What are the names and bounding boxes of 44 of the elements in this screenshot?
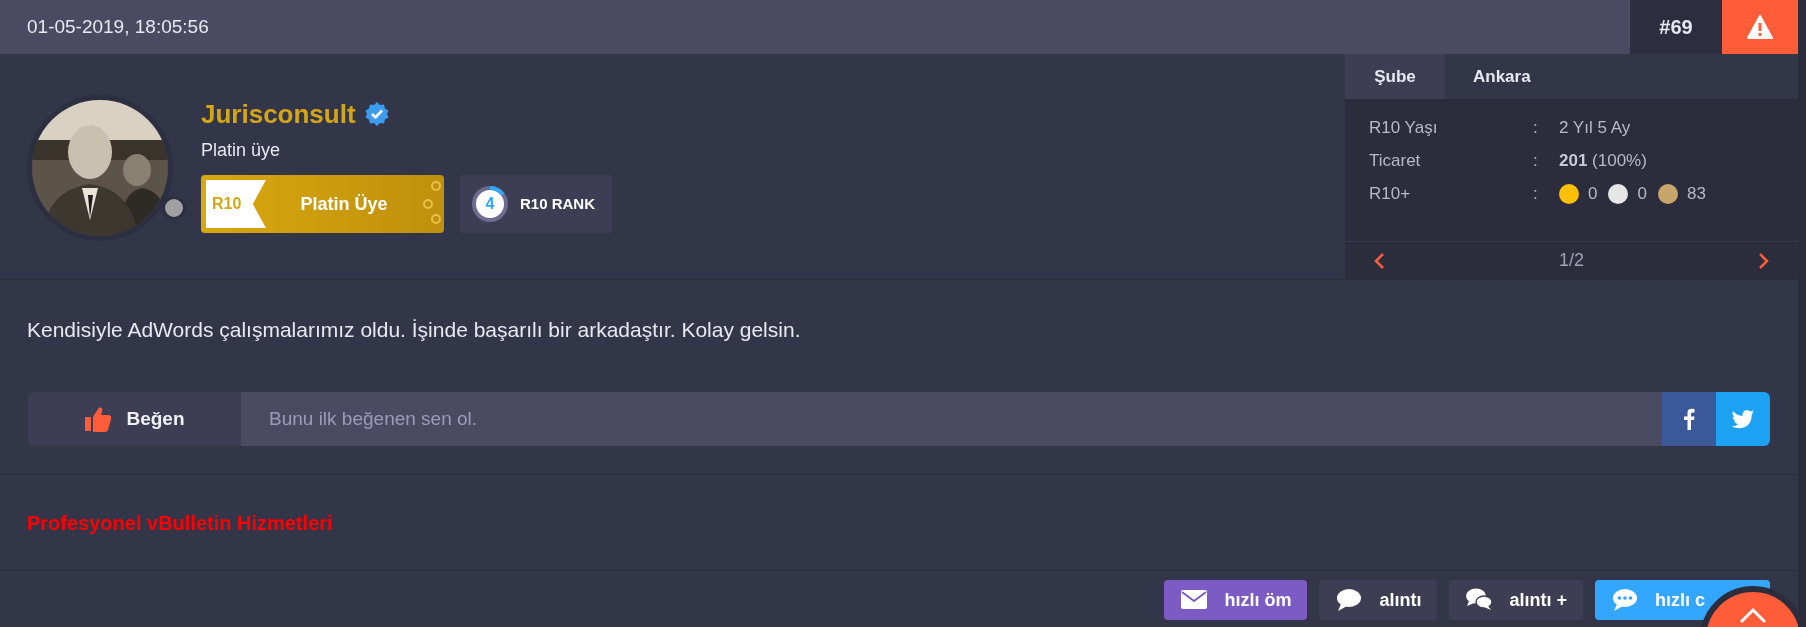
badge-tag: R10 [206,180,266,228]
report-button[interactable] [1722,0,1798,54]
info-label: Ticaret [1369,149,1422,172]
warning-icon [1747,15,1773,39]
facebook-button[interactable] [1662,392,1716,446]
multi-quote-button[interactable]: alıntı + [1449,580,1583,620]
post-date: 01-05-2019, 18:05:56 [26,14,210,39]
bird-icon [1731,409,1755,429]
chevron-left-icon [1373,251,1385,270]
medal-count: 83 [1686,182,1706,205]
quote-button[interactable]: alıntı [1319,580,1438,620]
info-value: 2 Yıl 5 Ay [1559,116,1631,139]
rank-label: R10 RANK [520,193,595,214]
like-status: Bunu ilk beğenen sen ol. [241,392,1662,446]
username[interactable]: Jurisconsult [201,101,356,127]
separator: : [1533,182,1539,205]
medal-count: 0 [1588,182,1598,205]
chevron-right-icon [1758,251,1770,270]
speech-bubble-icon [1335,587,1364,613]
info-value: 201 (100%) [1559,149,1647,172]
info-label: R10 Yaşı [1369,116,1439,139]
like-button[interactable]: Beğen [28,392,241,446]
branch-value: Ankara [1472,65,1531,88]
thumbs-up-icon [84,405,113,433]
separator: : [1533,116,1539,139]
chat-dots-icon [1611,587,1639,613]
twitter-button[interactable] [1716,392,1770,446]
message-button[interactable]: hızlı öm [1164,580,1308,620]
post-text: Kendisiyle AdWords çalışmalarımız oldu. İşinde başarılı bir arkadaştır. Kolay gelsin. [26,317,802,343]
branch-label: Şube [1345,54,1445,99]
signature-text: Profesyonel vBulletin Hizmetleri [27,510,333,536]
previous-button[interactable] [1373,251,1385,270]
user-title: Platin üye [201,139,282,162]
post-number[interactable]: #69 [1630,0,1722,54]
medal-count: 0 [1637,182,1647,205]
next-button[interactable] [1758,251,1770,270]
facebook-icon [1683,408,1695,430]
badge-label: Platin Üye [299,192,389,216]
page-indicator: 1/2 [1559,249,1584,272]
info-label: R10+ [1369,182,1412,205]
speech-bubbles-icon [1465,587,1494,613]
chevron-up-icon [1738,606,1768,624]
rank-number: 4 [484,194,496,214]
separator: : [1533,149,1539,172]
